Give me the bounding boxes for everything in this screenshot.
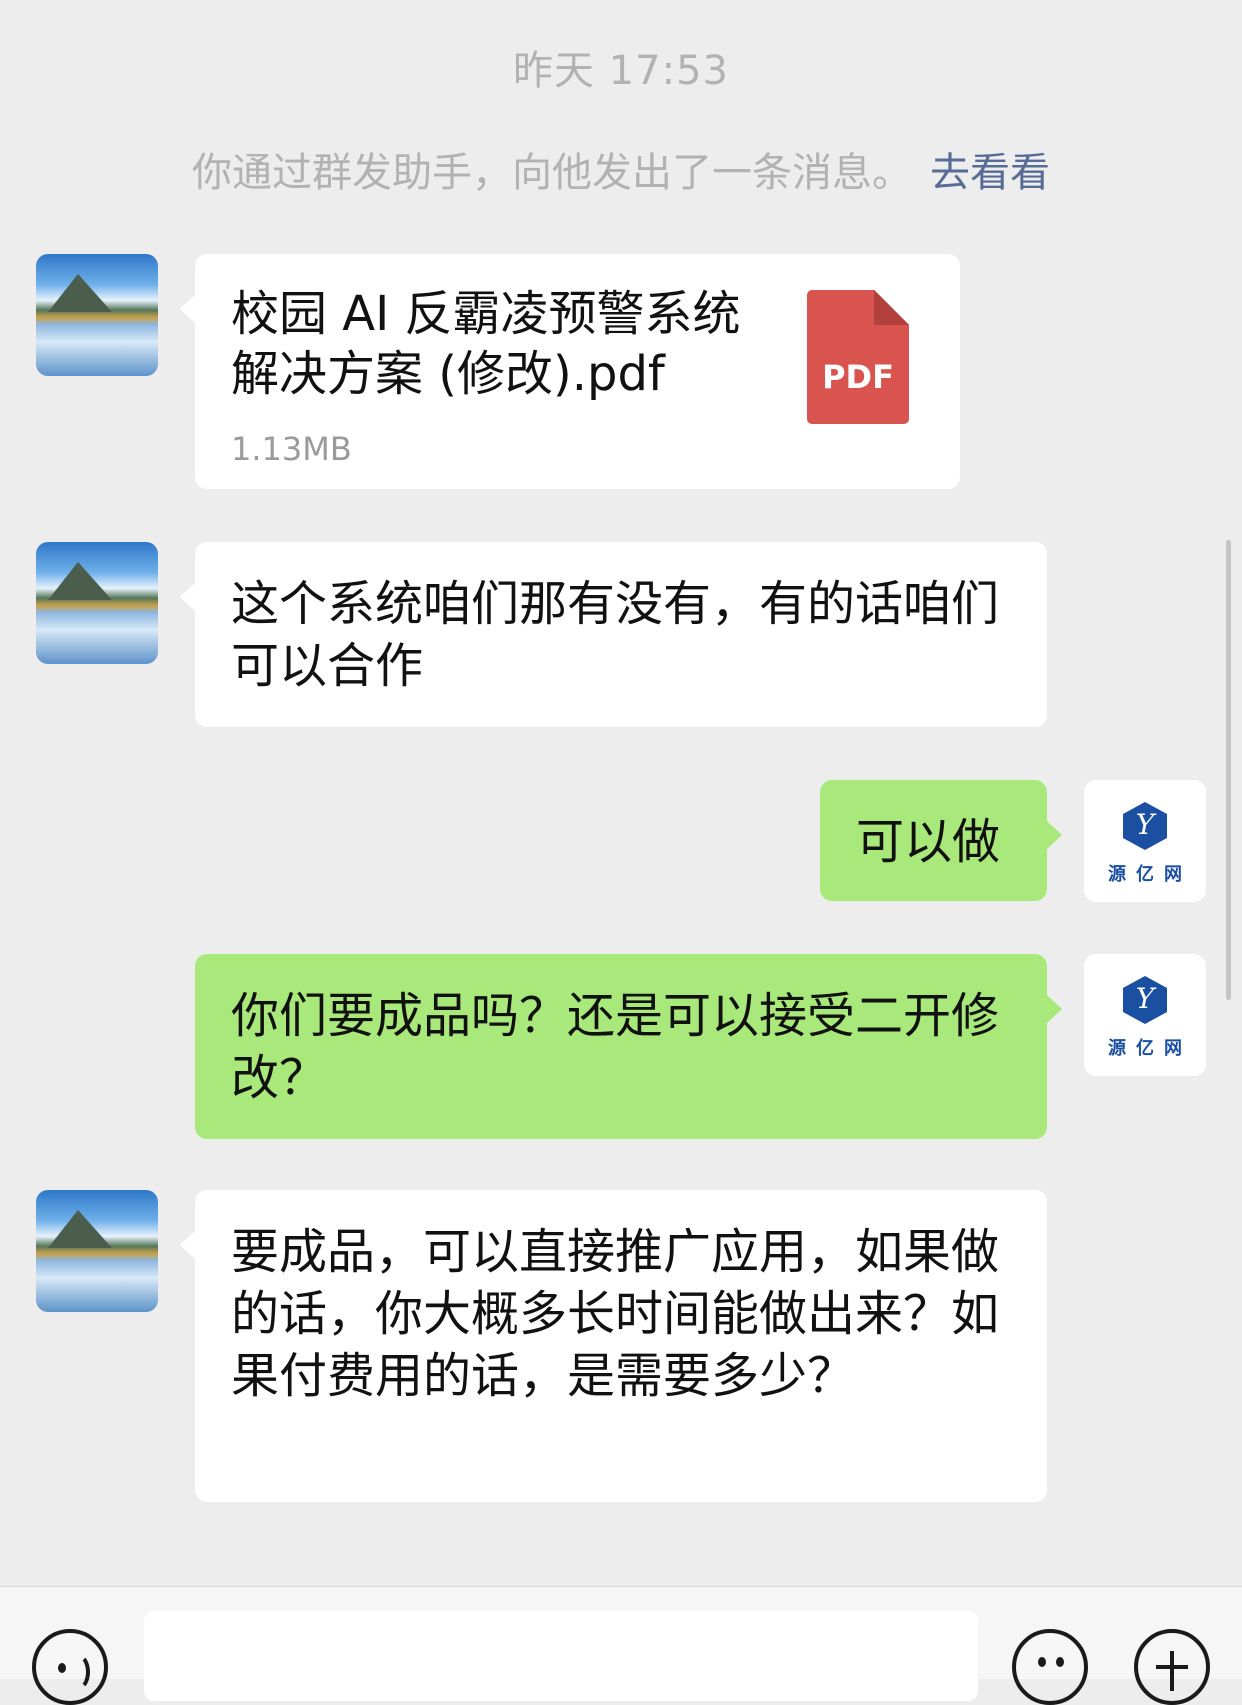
my-avatar[interactable]: Y 源亿网: [1084, 780, 1206, 902]
file-message[interactable]: 校园 AI 反霸凌预警系统解决方案 (修改).pdf 1.13MB PDF: [180, 254, 960, 489]
message-bubble[interactable]: 可以做: [820, 780, 1062, 901]
message-input[interactable]: [144, 1611, 978, 1701]
view-link[interactable]: 去看看: [930, 150, 1050, 196]
message-bubble[interactable]: 你们要成品吗？还是可以接受二开修改？: [195, 954, 1062, 1139]
brand-name: 源亿网: [1108, 1038, 1192, 1059]
message-text: 可以做: [856, 814, 1001, 870]
chat-timestamp: 昨天 17:53: [513, 48, 729, 94]
system-notice-text: 你通过群发助手，向他发出了一条消息。: [192, 150, 912, 196]
message-bubble[interactable]: 要成品，可以直接推广应用，如果做的话，你大概多长时间能做出来？如果付费用的话，是…: [180, 1190, 1047, 1502]
brand-logo-icon: Y: [1123, 802, 1167, 850]
voice-icon[interactable]: [32, 1629, 108, 1705]
pdf-icon-label: PDF: [822, 358, 894, 396]
my-avatar[interactable]: Y 源亿网: [1084, 954, 1206, 1076]
contact-avatar[interactable]: [36, 254, 158, 376]
contact-avatar[interactable]: [36, 1190, 158, 1312]
contact-avatar[interactable]: [36, 542, 158, 664]
brand-name: 源亿网: [1108, 864, 1192, 885]
file-size: 1.13MB: [231, 430, 352, 468]
plus-icon[interactable]: [1134, 1629, 1210, 1705]
message-bubble[interactable]: 这个系统咱们那有没有，有的话咱们可以合作: [180, 542, 1047, 727]
brand-logo-icon: Y: [1123, 976, 1167, 1024]
message-text: 这个系统咱们那有没有，有的话咱们可以合作: [231, 576, 1000, 694]
emoji-icon[interactable]: [1012, 1629, 1088, 1705]
input-bar: [0, 1586, 1242, 1705]
scrollbar[interactable]: [1226, 540, 1231, 1000]
message-text: 要成品，可以直接推广应用，如果做的话，你大概多长时间能做出来？如果付费用的话，是…: [231, 1224, 1000, 1404]
message-text: 你们要成品吗？还是可以接受二开修改？: [231, 988, 1000, 1106]
pdf-fold: [874, 290, 909, 325]
system-notice: 你通过群发助手，向他发出了一条消息。 去看看: [0, 140, 1242, 198]
file-name: 校园 AI 反霸凌预警系统解决方案 (修改).pdf: [231, 286, 741, 402]
